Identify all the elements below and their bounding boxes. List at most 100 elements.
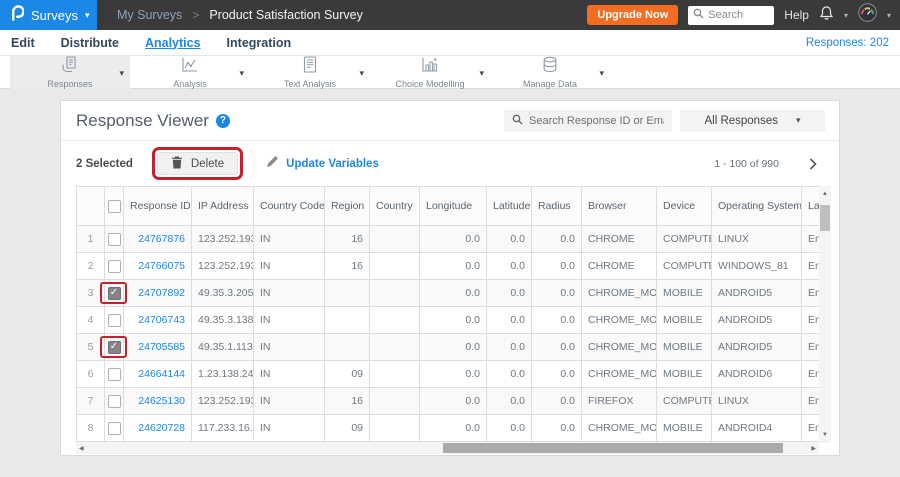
cell-country-code: IN [253, 252, 325, 280]
response-search-input[interactable] [529, 114, 664, 127]
column-radius[interactable]: Radius [531, 186, 582, 226]
scroll-right-icon[interactable]: ▶ [811, 445, 816, 452]
topbar-actions: Upgrade Now Help ▾ ▾ [587, 3, 900, 27]
row-select-cell [104, 306, 124, 334]
tab-integration[interactable]: Integration [227, 36, 292, 50]
response-id-link[interactable]: 24707892 [138, 287, 185, 299]
column-browser[interactable]: Browser [581, 186, 657, 226]
row-checkbox-checked[interactable]: ✓ [107, 340, 121, 354]
caret-down-icon[interactable]: ▾ [479, 68, 484, 79]
response-id-link[interactable]: 24766075 [138, 260, 185, 272]
cell-latitude: 0.0 [486, 414, 532, 442]
tab-distribute[interactable]: Distribute [61, 36, 119, 50]
delete-button[interactable]: Delete [156, 152, 239, 175]
pagination-next-icon[interactable] [809, 157, 817, 170]
user-avatar[interactable] [858, 3, 877, 27]
help-link[interactable]: Help [784, 8, 809, 22]
toolbar-item-analysis[interactable]: Analysis ▾ [130, 56, 250, 89]
cell-radius: 0.0 [531, 414, 582, 442]
surveys-menu[interactable]: Surveys ▾ [0, 0, 97, 30]
column-country[interactable]: Country [369, 186, 420, 226]
update-variables-button[interactable]: Update Variables [266, 155, 379, 173]
cell-response-id: 24706743 [123, 306, 192, 334]
column-latitude[interactable]: Latitude [486, 186, 532, 226]
cell-longitude: 0.0 [419, 279, 487, 307]
toolbar-label: Choice Modelling [395, 79, 465, 89]
toolbar-item-text-analysis[interactable]: Text Analysis ▾ [250, 56, 370, 89]
caret-down-icon[interactable]: ▾ [119, 68, 124, 79]
response-id-link[interactable]: 24625130 [138, 395, 185, 407]
column-country-code[interactable]: Country Code [253, 186, 325, 226]
column-response-id[interactable]: Response ID▲ [123, 186, 192, 226]
row-checkbox[interactable] [107, 259, 121, 273]
row-checkbox[interactable] [107, 367, 121, 381]
search-icon [693, 6, 704, 24]
responses-filter-dropdown[interactable]: All Responses ▾ [680, 109, 825, 132]
tab-analytics[interactable]: Analytics [145, 36, 201, 50]
caret-down-icon[interactable]: ▾ [359, 68, 364, 79]
row-select-cell [104, 360, 124, 388]
row-checkbox[interactable] [107, 232, 121, 246]
table-row: 6 24664144 1.23.138.24 IN 09 0.0 0.0 0.0 CHROME_… [76, 360, 820, 388]
vertical-scrollbar[interactable]: ▲ ▼ [819, 186, 831, 443]
caret-down-icon[interactable]: ▾ [239, 68, 244, 79]
cell-browser: CHROME [581, 252, 657, 280]
table-row: 5 ✓ 24705585 49.35.1.113 IN 0.0 0.0 0.0 CHROME_M… [76, 333, 820, 361]
table-row: 3 ✓ 24707892 49.35.3.205 IN 0.0 0.0 0.0 CHROME_M… [76, 279, 820, 307]
column-language[interactable]: Language [801, 186, 820, 226]
caret-down-icon[interactable]: ▾ [887, 11, 891, 20]
cell-longitude: 0.0 [419, 414, 487, 442]
caret-down-icon[interactable]: ▾ [599, 68, 604, 79]
response-id-link[interactable]: 24620728 [138, 422, 185, 434]
tab-edit[interactable]: Edit [11, 36, 35, 50]
surveys-menu-label: Surveys [31, 7, 78, 23]
scroll-up-icon[interactable]: ▲ [822, 188, 828, 200]
table-row: 824620728117.233.16.177IN090.00.00.0CHRO… [76, 414, 820, 442]
row-checkbox[interactable] [107, 313, 121, 327]
cell-longitude: 0.0 [419, 225, 487, 253]
response-id-link[interactable]: 24767876 [138, 233, 185, 245]
vertical-scroll-thumb[interactable] [820, 205, 830, 231]
cell-operating-system: ANDROID6 [711, 360, 802, 388]
toolbar-label: Analysis [173, 79, 207, 89]
cell-browser: FIREFOX [581, 387, 657, 415]
cell-operating-system: ANDROID4 [711, 414, 802, 442]
caret-down-icon[interactable]: ▾ [844, 11, 848, 20]
responses-count-link[interactable]: Responses: 202 [806, 37, 889, 49]
column-longitude[interactable]: Longitude [419, 186, 487, 226]
toolbar-label: Text Analysis [283, 79, 337, 89]
toolbar-item-responses[interactable]: Responses ▾ [10, 56, 130, 89]
horizontal-scrollbar[interactable]: ◀ ▶ [76, 442, 819, 454]
cell-browser: CHROME_MOBILE [581, 414, 657, 442]
cell-country [369, 306, 420, 334]
breadcrumb-my-surveys[interactable]: My Surveys [117, 8, 182, 22]
cell-response-id: 24767876 [123, 225, 192, 253]
response-id-link[interactable]: 24705585 [138, 341, 185, 353]
upgrade-now-button[interactable]: Upgrade Now [587, 5, 679, 25]
row-checkbox[interactable] [107, 394, 121, 408]
horizontal-scroll-thumb[interactable] [443, 443, 783, 453]
select-all-checkbox[interactable] [107, 199, 121, 213]
toolbar-label: Manage Data [522, 79, 578, 89]
toolbar-item-manage-data[interactable]: Manage Data ▾ [490, 56, 610, 89]
column-device[interactable]: Device [656, 186, 712, 226]
cell-country [369, 414, 420, 442]
row-checkbox[interactable] [107, 421, 121, 435]
help-icon[interactable]: ? [215, 113, 230, 128]
row-checkbox-checked[interactable]: ✓ [107, 286, 121, 300]
response-id-link[interactable]: 24706743 [138, 314, 185, 326]
column-region[interactable]: Region [324, 186, 370, 226]
cell-response-id: 24705585 [123, 333, 192, 361]
column-ip-address[interactable]: IP Address [191, 186, 254, 226]
response-id-link[interactable]: 24664144 [138, 368, 185, 380]
toolbar-item-choice-modelling[interactable]: Choice Modelling ▾ [370, 56, 490, 89]
table-header-row: Response ID▲ IP Address Country Code Reg… [76, 186, 820, 226]
column-operating-system[interactable]: Operating System [711, 186, 802, 226]
notifications-bell-icon[interactable] [819, 5, 834, 26]
global-search-input[interactable] [708, 9, 771, 21]
scroll-down-icon[interactable]: ▼ [822, 429, 828, 441]
cell-operating-system: ANDROID5 [711, 306, 802, 334]
cell-region: 16 [324, 387, 370, 415]
cell-region [324, 279, 370, 307]
scroll-left-icon[interactable]: ◀ [79, 445, 84, 452]
